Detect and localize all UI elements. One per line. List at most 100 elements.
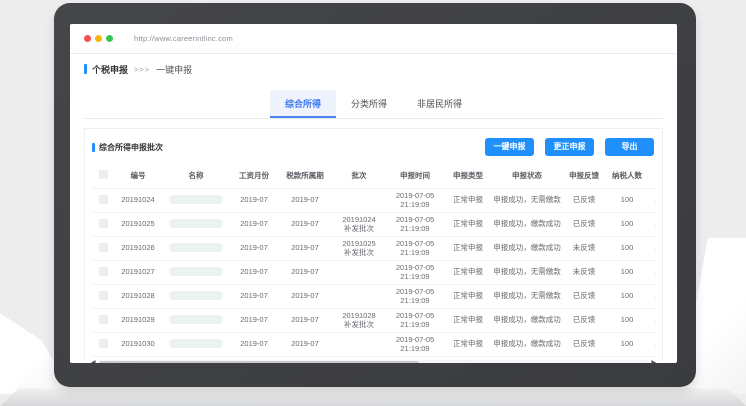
cell-salary-month: 2019-07 [231,316,277,325]
breadcrumb-separator: >>> [134,65,150,74]
cell-declare-status: 申报成功，无需缴款 [491,268,563,277]
row-checkbox[interactable] [99,315,108,324]
panel-actions: 一键申报 更正申报 导出 [485,138,654,156]
cell-salary-month: 2019-07 [231,340,277,349]
header-id: 编号 [115,172,161,181]
cell-feedback: 已反馈 [563,340,605,349]
table-row[interactable]: 201910242019-072019-072019-07-05 21:19:0… [91,189,656,213]
window-close-icon[interactable] [84,35,91,42]
batch-table: 编号 名称 工资月份 税款所属期 批次 申报时间 申报类型 申报状态 申报反馈 … [91,164,656,357]
row-checkbox-cell [91,291,115,303]
cell-name [161,219,231,231]
cell-clipped-amount: 11 [649,196,656,205]
row-checkbox-cell [91,243,115,255]
row-checkbox-cell [91,219,115,231]
table-row[interactable]: 201910262019-072019-0720191025 补发批次2019-… [91,237,656,261]
cell-taxpayer-count: 100 [605,292,649,301]
address-bar-url[interactable]: http://www.careerintlinc.com [134,34,233,43]
cell-taxpayer-count: 100 [605,340,649,349]
one-click-declare-button[interactable]: 一键申报 [485,138,534,156]
cell-declare-time: 2019-07-05 21:19:09 [385,288,445,305]
table-row[interactable]: 201910302019-072019-072019-07-05 21:19:0… [91,333,656,357]
cell-id: 20191030 [115,340,161,349]
table-row[interactable]: 201910292019-072019-0720191028 补发批次2019-… [91,309,656,333]
cell-feedback: 已反馈 [563,316,605,325]
laptop-base [0,388,746,406]
scrollbar-thumb[interactable] [99,361,419,364]
panel-title-text: 综合所得申报批次 [99,142,163,153]
cell-declare-status: 申报成功，无需缴款 [491,292,563,301]
row-checkbox[interactable] [99,219,108,228]
row-checkbox-cell [91,315,115,327]
table-body: 201910242019-072019-072019-07-05 21:19:0… [91,189,656,357]
header-checkbox-cell [91,170,115,182]
panel-header: 综合所得申报批次 一键申报 更正申报 导出 [85,129,662,162]
cell-clipped-amount: 11 [649,292,656,301]
cell-taxpayer-count: 100 [605,196,649,205]
header-name: 名称 [161,172,231,181]
cell-id: 20191024 [115,196,161,205]
cell-declare-status: 申报成功，缴款成功 [491,220,563,229]
declare-batch-panel: 综合所得申报批次 一键申报 更正申报 导出 编号 名称 工资月份 税款所属期 [84,128,663,361]
scroll-right-icon[interactable]: ▶ [651,359,656,363]
cell-declare-status: 申报成功，无需缴款 [491,196,563,205]
header-batch: 批次 [333,172,385,181]
cell-id: 20191025 [115,220,161,229]
table-row[interactable]: 201910272019-072019-072019-07-05 21:19:0… [91,261,656,285]
row-checkbox[interactable] [99,339,108,348]
breadcrumb: 个税申报 >>> 一键申报 [84,62,677,76]
panel-title-marker-bar [92,143,95,152]
breadcrumb-page: 一键申报 [156,63,192,76]
name-placeholder [169,315,223,324]
cell-declare-time: 2019-07-05 21:19:09 [385,312,445,329]
cell-salary-month: 2019-07 [231,292,277,301]
cell-tax-period: 2019-07 [277,196,333,205]
header-feedback: 申报反馈 [563,172,605,181]
cell-batch: 20191028 补发批次 [333,312,385,329]
cell-taxpayer-count: 100 [605,268,649,277]
cell-declare-type: 正常申报 [445,196,491,205]
tab-nonresident-income[interactable]: 非居民所得 [402,90,477,118]
row-checkbox[interactable] [99,243,108,252]
cell-declare-status: 申报成功，缴款成功 [491,340,563,349]
cell-clipped-amount: 11 [649,220,656,229]
scrollbar-track[interactable] [98,360,650,364]
table-row[interactable]: 201910252019-072019-0720191024 补发批次2019-… [91,213,656,237]
section-marker-bar [84,64,87,74]
correct-declare-button[interactable]: 更正申报 [545,138,594,156]
name-placeholder [169,267,223,276]
cell-name [161,339,231,351]
tab-classified-income[interactable]: 分类所得 [336,90,402,118]
cell-tax-period: 2019-07 [277,340,333,349]
cell-tax-period: 2019-07 [277,244,333,253]
cell-feedback: 未反馈 [563,244,605,253]
table-header-row: 编号 名称 工资月份 税款所属期 批次 申报时间 申报类型 申报状态 申报反馈 … [91,164,656,189]
row-checkbox[interactable] [99,267,108,276]
cell-salary-month: 2019-07 [231,196,277,205]
cell-id: 20191026 [115,244,161,253]
window-minimize-icon[interactable] [95,35,102,42]
cell-name [161,291,231,303]
export-button[interactable]: 导出 [605,138,654,156]
cell-name [161,195,231,207]
select-all-checkbox[interactable] [99,170,108,179]
browser-titlebar: http://www.careerintlinc.com [70,24,677,54]
header-declare-time: 申报时间 [385,172,445,181]
scroll-left-icon[interactable]: ◀ [91,359,96,363]
cell-declare-type: 正常申报 [445,292,491,301]
tab-comprehensive-income[interactable]: 综合所得 [270,90,336,118]
header-salary-month: 工资月份 [231,172,277,181]
table-row[interactable]: 201910282019-072019-072019-07-05 21:19:0… [91,285,656,309]
income-type-tab-bar: 综合所得 分类所得 非居民所得 [84,90,663,119]
cell-declare-status: 申报成功，缴款成功 [491,244,563,253]
window-maximize-icon[interactable] [106,35,113,42]
name-placeholder [169,243,223,252]
cell-feedback: 已反馈 [563,220,605,229]
cell-declare-type: 正常申报 [445,244,491,253]
cell-batch: 20191025 补发批次 [333,240,385,257]
name-placeholder [169,291,223,300]
row-checkbox[interactable] [99,291,108,300]
horizontal-scrollbar[interactable]: ◀ ▶ [91,359,656,363]
row-checkbox[interactable] [99,195,108,204]
laptop-frame: http://www.careerintlinc.com 个税申报 >>> 一键… [54,3,696,387]
